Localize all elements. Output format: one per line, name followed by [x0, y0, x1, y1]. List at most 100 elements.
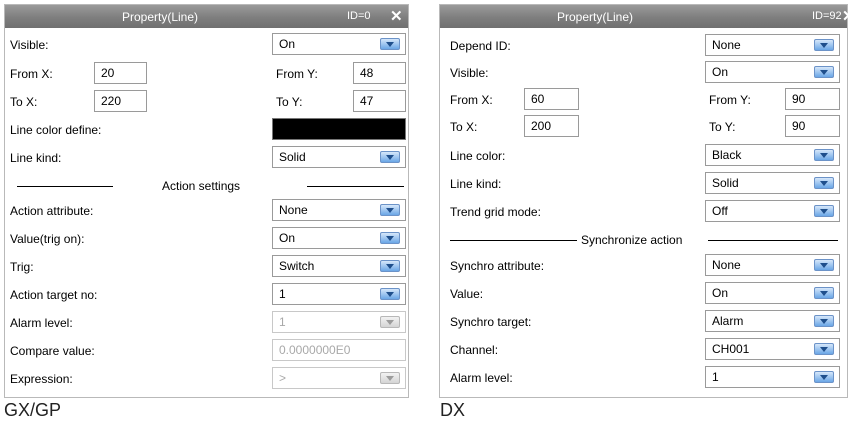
divider-right: [307, 186, 404, 187]
line-color-dropdown[interactable]: Black: [705, 144, 840, 166]
divider-right: [708, 240, 838, 241]
channel-value: CH001: [712, 342, 750, 356]
to-y-input[interactable]: 90: [785, 115, 840, 137]
trig-value: Switch: [279, 259, 315, 273]
value-row: Value: On: [440, 281, 847, 307]
action-attribute-dropdown[interactable]: None: [272, 199, 406, 221]
line-color-swatch[interactable]: [272, 118, 406, 140]
panel-title-bar[interactable]: Property(Line) ID=0 ✕: [5, 5, 408, 28]
to-x-input[interactable]: 200: [524, 115, 579, 137]
action-attribute-row: Action attribute: None: [5, 198, 408, 224]
from-row: From X: 60 From Y: 90: [440, 87, 847, 113]
alarm-level-row: Alarm level: 1: [5, 310, 408, 336]
line-kind-row: Line kind: Solid: [5, 145, 408, 171]
from-row: From X: 20 From Y: 48: [5, 61, 408, 87]
from-y-input[interactable]: 48: [353, 62, 406, 84]
line-kind-value: Solid: [279, 150, 306, 164]
alarm-level-label: Alarm level:: [450, 371, 513, 385]
trig-label: Trig:: [10, 260, 34, 274]
chevron-down-icon: [814, 287, 834, 299]
to-y-input[interactable]: 47: [353, 90, 406, 112]
chevron-down-icon: [380, 316, 400, 328]
section-header-synchronize-action: Synchronize action: [440, 227, 847, 253]
to-row: To X: 220 To Y: 47: [5, 89, 408, 115]
chevron-down-icon: [814, 315, 834, 327]
depend-id-value: None: [712, 38, 741, 52]
line-kind-row: Line kind: Solid: [440, 171, 847, 197]
synchro-target-value: Alarm: [712, 314, 744, 328]
trig-dropdown[interactable]: Switch: [272, 255, 406, 277]
from-x-input[interactable]: 60: [524, 88, 579, 110]
trend-grid-mode-dropdown[interactable]: Off: [705, 200, 840, 222]
line-color-define-row: Line color define:: [5, 117, 408, 143]
line-kind-dropdown[interactable]: Solid: [272, 146, 406, 168]
from-y-label: From Y:: [709, 93, 751, 107]
expression-value: >: [279, 371, 287, 385]
to-y-label: To Y:: [276, 95, 303, 109]
from-x-label: From X:: [450, 93, 493, 107]
trend-grid-mode-value: Off: [712, 204, 728, 218]
synchro-attribute-row: Synchro attribute: None: [440, 253, 847, 279]
to-row: To X: 200 To Y: 90: [440, 114, 847, 140]
synchro-target-label: Synchro target:: [450, 315, 532, 329]
action-attribute-label: Action attribute:: [10, 204, 94, 218]
line-kind-dropdown[interactable]: Solid: [705, 172, 840, 194]
synchro-attribute-dropdown[interactable]: None: [705, 254, 840, 276]
section-title: Synchronize action: [581, 233, 683, 247]
chevron-down-icon: [380, 260, 400, 272]
chevron-down-icon: [380, 151, 400, 163]
from-x-input[interactable]: 20: [94, 62, 147, 84]
panel-title: Property(Line): [556, 10, 634, 24]
visible-dropdown[interactable]: On: [705, 61, 840, 83]
alarm-level-value: 1: [279, 315, 286, 329]
action-target-no-dropdown[interactable]: 1: [272, 283, 406, 305]
chevron-down-icon: [814, 371, 834, 383]
compare-value-input: 0.0000000E0: [272, 339, 406, 361]
close-icon[interactable]: ✕: [842, 7, 852, 25]
value-label: Value:: [450, 287, 484, 301]
depend-id-dropdown[interactable]: None: [705, 34, 840, 56]
panel-title-bar[interactable]: Property(Line) ID=92 ✕: [440, 5, 852, 28]
synchro-target-row: Synchro target: Alarm: [440, 309, 847, 335]
synchro-attribute-value: None: [712, 258, 741, 272]
property-line-panel-gxgp: Property(Line) ID=0 ✕ Visible: On From X…: [4, 4, 409, 398]
alarm-level-label: Alarm level:: [10, 316, 73, 330]
caption-dx: DX: [440, 400, 466, 420]
from-x-label: From X:: [10, 67, 53, 81]
value-value: On: [712, 286, 729, 300]
alarm-level-dropdown[interactable]: 1: [705, 366, 840, 388]
depend-id-label: Depend ID:: [450, 39, 511, 53]
trig-row: Trig: Switch: [5, 254, 408, 280]
visible-label: Visible:: [10, 38, 49, 52]
channel-dropdown[interactable]: CH001: [705, 338, 840, 360]
close-icon[interactable]: ✕: [390, 7, 403, 25]
object-id-label: ID=92: [812, 10, 842, 22]
chevron-down-icon: [380, 38, 400, 50]
from-y-input[interactable]: 90: [785, 88, 840, 110]
synchro-target-dropdown[interactable]: Alarm: [705, 310, 840, 332]
visible-dropdown[interactable]: On: [272, 33, 406, 55]
expression-row: Expression: >: [5, 366, 408, 392]
expression-label: Expression:: [10, 372, 73, 386]
object-id-label: ID=0: [347, 10, 371, 22]
expression-dropdown: >: [272, 367, 406, 389]
visible-value: On: [712, 65, 729, 79]
section-header-action-settings: Action settings: [5, 173, 408, 199]
value-dropdown[interactable]: On: [705, 282, 840, 304]
action-target-no-row: Action target no: 1: [5, 282, 408, 308]
value-trig-on-dropdown[interactable]: On: [272, 227, 406, 249]
chevron-down-icon: [380, 204, 400, 216]
compare-value-row: Compare value: 0.0000000E0: [5, 338, 408, 364]
visible-row: Visible: On: [440, 60, 847, 86]
line-kind-label: Line kind:: [10, 151, 62, 165]
channel-label: Channel:: [450, 343, 499, 357]
channel-row: Channel: CH001: [440, 337, 847, 363]
property-line-panel-dx: Property(Line) ID=92 ✕ Depend ID: None V…: [439, 4, 852, 398]
value-trig-on-label: Value(trig on):: [10, 232, 85, 246]
trend-grid-mode-label: Trend grid mode:: [450, 205, 541, 219]
to-x-input[interactable]: 220: [94, 90, 147, 112]
chevron-down-icon: [814, 66, 834, 78]
action-attribute-value: None: [279, 203, 308, 217]
to-x-label: To X:: [10, 95, 38, 109]
chevron-down-icon: [814, 343, 834, 355]
